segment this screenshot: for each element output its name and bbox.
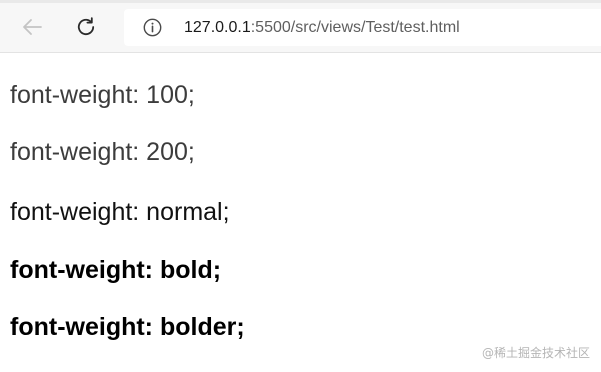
font-weight-200-text: font-weight: 200;	[10, 138, 195, 166]
font-weight-normal-text: font-weight: normal;	[10, 198, 230, 226]
reload-button[interactable]	[69, 10, 103, 44]
arrow-left-icon	[23, 19, 42, 35]
url-text[interactable]: 127.0.0.1:5500/src/views/Test/test.html	[184, 18, 460, 37]
watermark: @稀土掘金技术社区	[481, 346, 590, 360]
browser-toolbar: 127.0.0.1:5500/src/views/Test/test.html	[0, 0, 601, 53]
info-circle-icon[interactable]	[143, 18, 162, 37]
back-button[interactable]	[15, 10, 49, 44]
url-path: :5500/src/views/Test/test.html	[250, 19, 460, 36]
url-host: 127.0.0.1	[184, 19, 251, 36]
font-weight-bolder-text: font-weight: bolder;	[10, 313, 245, 341]
address-bar[interactable]: 127.0.0.1:5500/src/views/Test/test.html	[124, 9, 601, 46]
reload-icon	[77, 17, 95, 36]
font-weight-100-text: font-weight: 100;	[10, 81, 195, 109]
font-weight-bold-text: font-weight: bold;	[10, 256, 222, 284]
toolbar-top-border	[0, 0, 601, 3]
